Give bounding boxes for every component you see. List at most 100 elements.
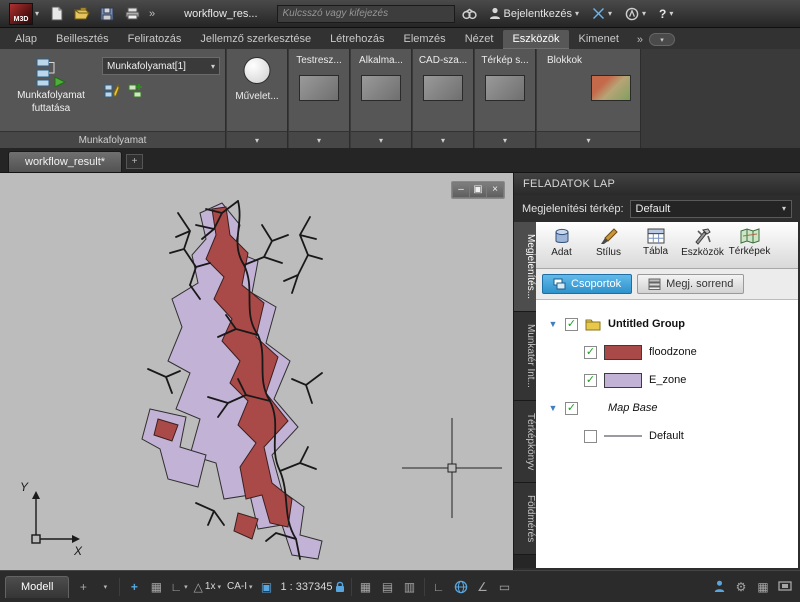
panel-alkalmazasok-label: Alkalma... [351, 55, 411, 66]
object-snap-tracking-toggle[interactable]: ▭ [495, 577, 515, 597]
draw-order-button[interactable]: Megj. sorrend [637, 274, 744, 294]
map-scale-button[interactable]: 1 : 337345 [279, 577, 347, 597]
new-document-tab-button[interactable]: + [126, 154, 143, 169]
table-button[interactable]: Tábla [632, 225, 679, 267]
ribbon-tab-beillesztes[interactable]: Beillesztés [47, 30, 118, 49]
panel-cad-szabvanyok[interactable]: CAD-sza... ▾ [413, 49, 474, 148]
ribbon-tab-jellemzo[interactable]: Jellemző szerkesztése [191, 30, 320, 49]
chevron-down-icon[interactable]: ▾ [586, 136, 590, 145]
navigation-button[interactable] [451, 577, 471, 597]
ribbon-tab-elemzes[interactable]: Elemzés [395, 30, 455, 49]
new-layout-button[interactable]: + [73, 577, 93, 597]
style-button[interactable]: Stílus [585, 225, 632, 267]
ortho-mode-toggle[interactable]: ∟▾ [168, 577, 189, 597]
ribbon-tab-letrehozas[interactable]: Létrehozás [321, 30, 393, 49]
ribbon-tab-feliratozas[interactable]: Feliratozás [119, 30, 191, 49]
e-zone-swatch [604, 373, 642, 388]
panel-terkep[interactable]: Térkép s... ▾ [475, 49, 536, 148]
annotation-scale-button[interactable]: △ 1x ▾ [192, 577, 223, 597]
chevron-down-icon[interactable]: ▾ [441, 136, 445, 145]
checkbox-default[interactable] [584, 430, 597, 443]
chevron-down-icon[interactable]: ▾ [317, 136, 321, 145]
sign-in-button[interactable]: Bejelentkezés ▾ [485, 7, 584, 20]
task-pane-title[interactable]: FELADATOK LAP [514, 173, 800, 195]
close-button[interactable]: × [487, 183, 503, 197]
save-button[interactable] [97, 4, 117, 24]
fullscreen-button[interactable] [775, 577, 795, 597]
drawing-viewport[interactable]: Y X – ▣ × [0, 173, 513, 570]
task-pane-side-tabs: Megjelenítés... Munkatér Int... Térképkö… [514, 222, 536, 568]
isoplane-toggle[interactable]: ∠ [473, 577, 493, 597]
app-logo-icon: M3D [9, 3, 33, 25]
side-tab-foldmeres[interactable]: Földmérés [514, 483, 536, 555]
ribbon-overflow-icon[interactable]: » [637, 34, 643, 46]
help-button[interactable]: ? ▾ [655, 7, 677, 21]
ribbon-tab-nezet[interactable]: Nézet [456, 30, 503, 49]
ribbon-tab-eszkozok[interactable]: Eszközök [503, 30, 568, 49]
panel-testreszabas[interactable]: Testresz... ▾ [289, 49, 350, 148]
checkbox-e-zone[interactable]: ✓ [584, 374, 597, 387]
chevron-down-icon[interactable]: ▾ [255, 136, 259, 145]
groups-button[interactable]: Csoportok [542, 274, 632, 294]
clean-screen-button[interactable]: ▥ [400, 577, 420, 597]
workflow-panel-title[interactable]: Munkafolyamat [0, 131, 225, 148]
tree-row-e-zone[interactable]: ✓ E_zone [536, 366, 798, 394]
tree-item-label: Map Base [608, 402, 658, 414]
hardware-accel-button[interactable]: ▤ [378, 577, 398, 597]
chevron-down-icon: ▾ [104, 583, 108, 591]
tree-row-floodzone[interactable]: ✓ floodzone [536, 338, 798, 366]
minimize-button[interactable]: – [453, 183, 469, 197]
autoscale-toggle[interactable]: ▣ [257, 577, 277, 597]
exchange-apps-button[interactable]: ▾ [588, 7, 616, 20]
new-file-button[interactable] [47, 4, 67, 24]
app-menu-button[interactable]: M3D ▾ [6, 2, 42, 26]
annotation-visibility-button[interactable]: CA-I ▾ [225, 577, 255, 597]
checkbox-floodzone[interactable]: ✓ [584, 346, 597, 359]
layout-list-button[interactable]: ▾ [95, 577, 115, 597]
tree-row-map-base[interactable]: ▼ ✓ Map Base [536, 394, 798, 422]
customization-button[interactable]: ⚙ [731, 577, 751, 597]
side-tab-megjelenites[interactable]: Megjelenítés... [514, 222, 536, 312]
data-button[interactable]: Adat [538, 225, 585, 267]
chevron-down-icon[interactable]: ▾ [379, 136, 383, 145]
print-button[interactable] [122, 4, 142, 24]
floodzone-polygon[interactable] [234, 513, 258, 539]
ribbon-tab-alap[interactable]: Alap [6, 30, 46, 49]
a360-button[interactable]: ▾ [621, 7, 650, 21]
open-button[interactable] [72, 4, 92, 24]
tools-button[interactable]: Eszközök [679, 225, 726, 267]
isolate-objects-button[interactable]: ▦ [356, 577, 376, 597]
side-tab-terkepkonyv[interactable]: Térképkönyv [514, 401, 536, 483]
document-tab-active[interactable]: workflow_result* [8, 151, 122, 172]
search-button[interactable] [460, 4, 480, 24]
side-tab-munkater[interactable]: Munkatér Int... [514, 312, 536, 401]
panel-muvelet[interactable]: Művelet... ▾ [227, 49, 288, 148]
search-input[interactable] [278, 8, 454, 19]
model-tab[interactable]: Modell [5, 576, 69, 598]
infer-constraints-toggle[interactable]: + [124, 577, 144, 597]
collapse-arrow-icon[interactable]: ▼ [548, 403, 558, 413]
tree-row-default[interactable]: Default [536, 422, 798, 450]
qat-overflow-icon[interactable]: » [147, 8, 157, 20]
new-workflow-button[interactable] [126, 81, 146, 101]
status-bar-menu-button[interactable]: ▦ [753, 577, 773, 597]
trusted-autoloader-button[interactable] [709, 577, 729, 597]
edit-workflow-button[interactable] [102, 81, 122, 101]
dynamic-ucs-toggle[interactable]: ∟ [429, 577, 449, 597]
ribbon-minimize-icon: ▾ [660, 36, 664, 44]
snap-mode-toggle[interactable]: ▦ [146, 577, 166, 597]
panel-alkalmazasok[interactable]: Alkalma... ▾ [351, 49, 412, 148]
workflow-select-dropdown[interactable]: Munkafolyamat[1] ▾ [102, 57, 220, 75]
ribbon-tab-kimenet[interactable]: Kimenet [570, 30, 628, 49]
checkbox-untitled-group[interactable]: ✓ [565, 318, 578, 331]
run-workflow-button[interactable]: Munkafolyamat futtatása [4, 53, 98, 129]
tree-row-untitled-group[interactable]: ▼ ✓ Untitled Group [536, 310, 798, 338]
panel-blokkok[interactable]: Blokkok ▾ [537, 49, 641, 148]
checkbox-map-base[interactable]: ✓ [565, 402, 578, 415]
collapse-arrow-icon[interactable]: ▼ [548, 319, 558, 329]
maps-button[interactable]: Térképek [726, 225, 773, 267]
restore-button[interactable]: ▣ [470, 183, 486, 197]
chevron-down-icon[interactable]: ▾ [503, 136, 507, 145]
ribbon-minimize-button[interactable]: ▾ [649, 33, 675, 46]
display-map-dropdown[interactable]: Default ▾ [630, 200, 793, 218]
